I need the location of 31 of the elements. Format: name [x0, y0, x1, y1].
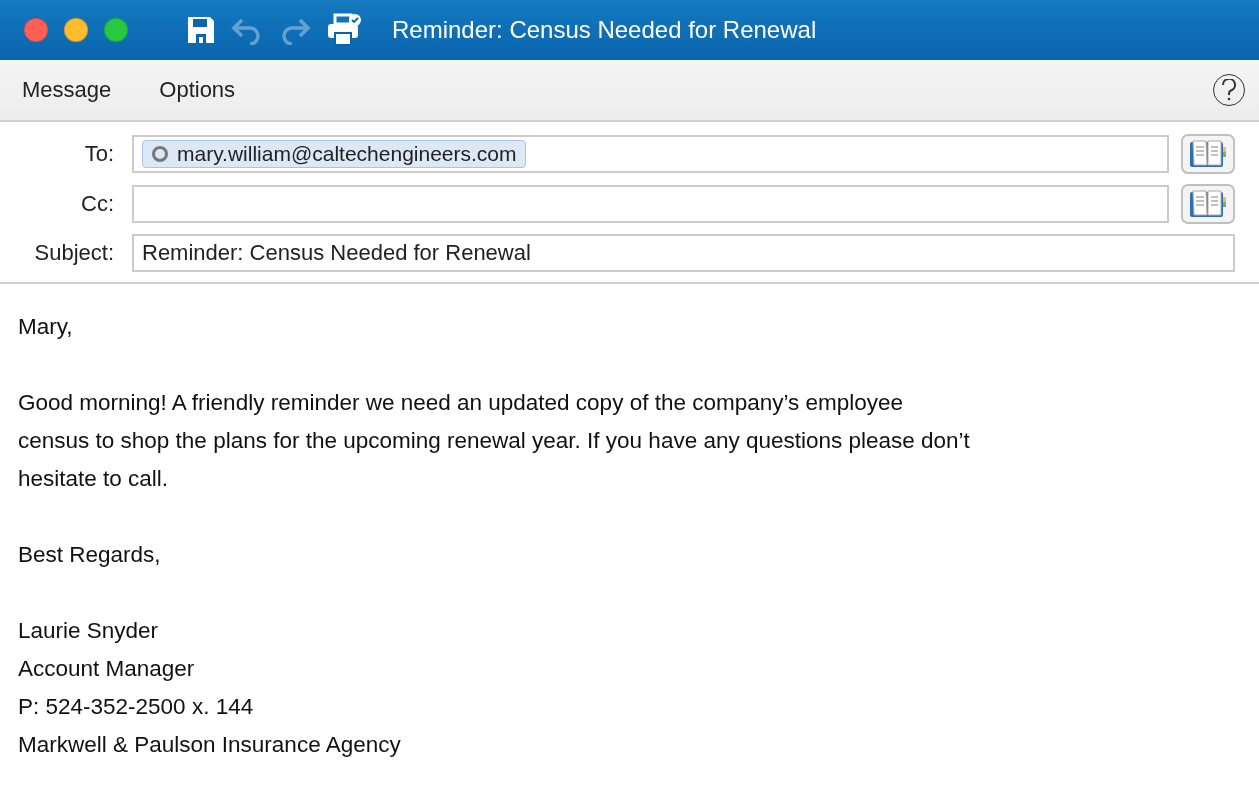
address-book-icon — [1189, 189, 1227, 219]
subject-label: Subject: — [33, 240, 115, 266]
address-book-button[interactable] — [1181, 134, 1235, 174]
zoom-button[interactable] — [104, 18, 128, 42]
message-text: Laurie Snyder — [18, 617, 160, 645]
address-book-button[interactable] — [1181, 184, 1235, 224]
minimize-button[interactable] — [64, 18, 88, 42]
ribbon-tab[interactable]: Message — [22, 77, 112, 103]
to-label: To: — [83, 141, 115, 167]
message-text: Best Regards, — [18, 541, 162, 569]
message-text: Account Manager — [18, 655, 196, 683]
window-title: Reminder: Census Needed for Renewal — [392, 16, 817, 44]
status-ring-icon — [151, 145, 169, 163]
cc-label: Cc: — [80, 191, 115, 217]
message-text: Markwell & Paulson Insurance Agency — [18, 731, 402, 759]
to-field[interactable]: mary.william@caltechengineers.com — [132, 135, 1169, 173]
help-icon — [1221, 79, 1237, 101]
save-button[interactable] — [186, 15, 216, 45]
message-text: Mary, — [18, 313, 74, 341]
address-book-icon — [1189, 139, 1227, 169]
close-button[interactable] — [24, 18, 48, 42]
save-icon — [186, 15, 216, 45]
print-icon — [326, 13, 362, 47]
recipient-token[interactable]: mary.william@caltechengineers.com — [142, 140, 526, 168]
cc-field[interactable] — [132, 185, 1169, 223]
recipient-address: mary.william@caltechengineers.com — [177, 142, 517, 166]
ribbon-tab[interactable]: Options — [159, 77, 236, 103]
message-text: Good morning! A friendly reminder we need an updated copy of the company’s employee census to shop the plans for the upcoming renewal year. If you have any questions please don’t hesitate to call. — [18, 389, 971, 493]
message-text: P: 524-352-2500 x. 144 — [18, 693, 255, 721]
subject-field[interactable]: Reminder: Census Needed for Renewal — [132, 234, 1235, 272]
print-button[interactable] — [326, 13, 362, 47]
